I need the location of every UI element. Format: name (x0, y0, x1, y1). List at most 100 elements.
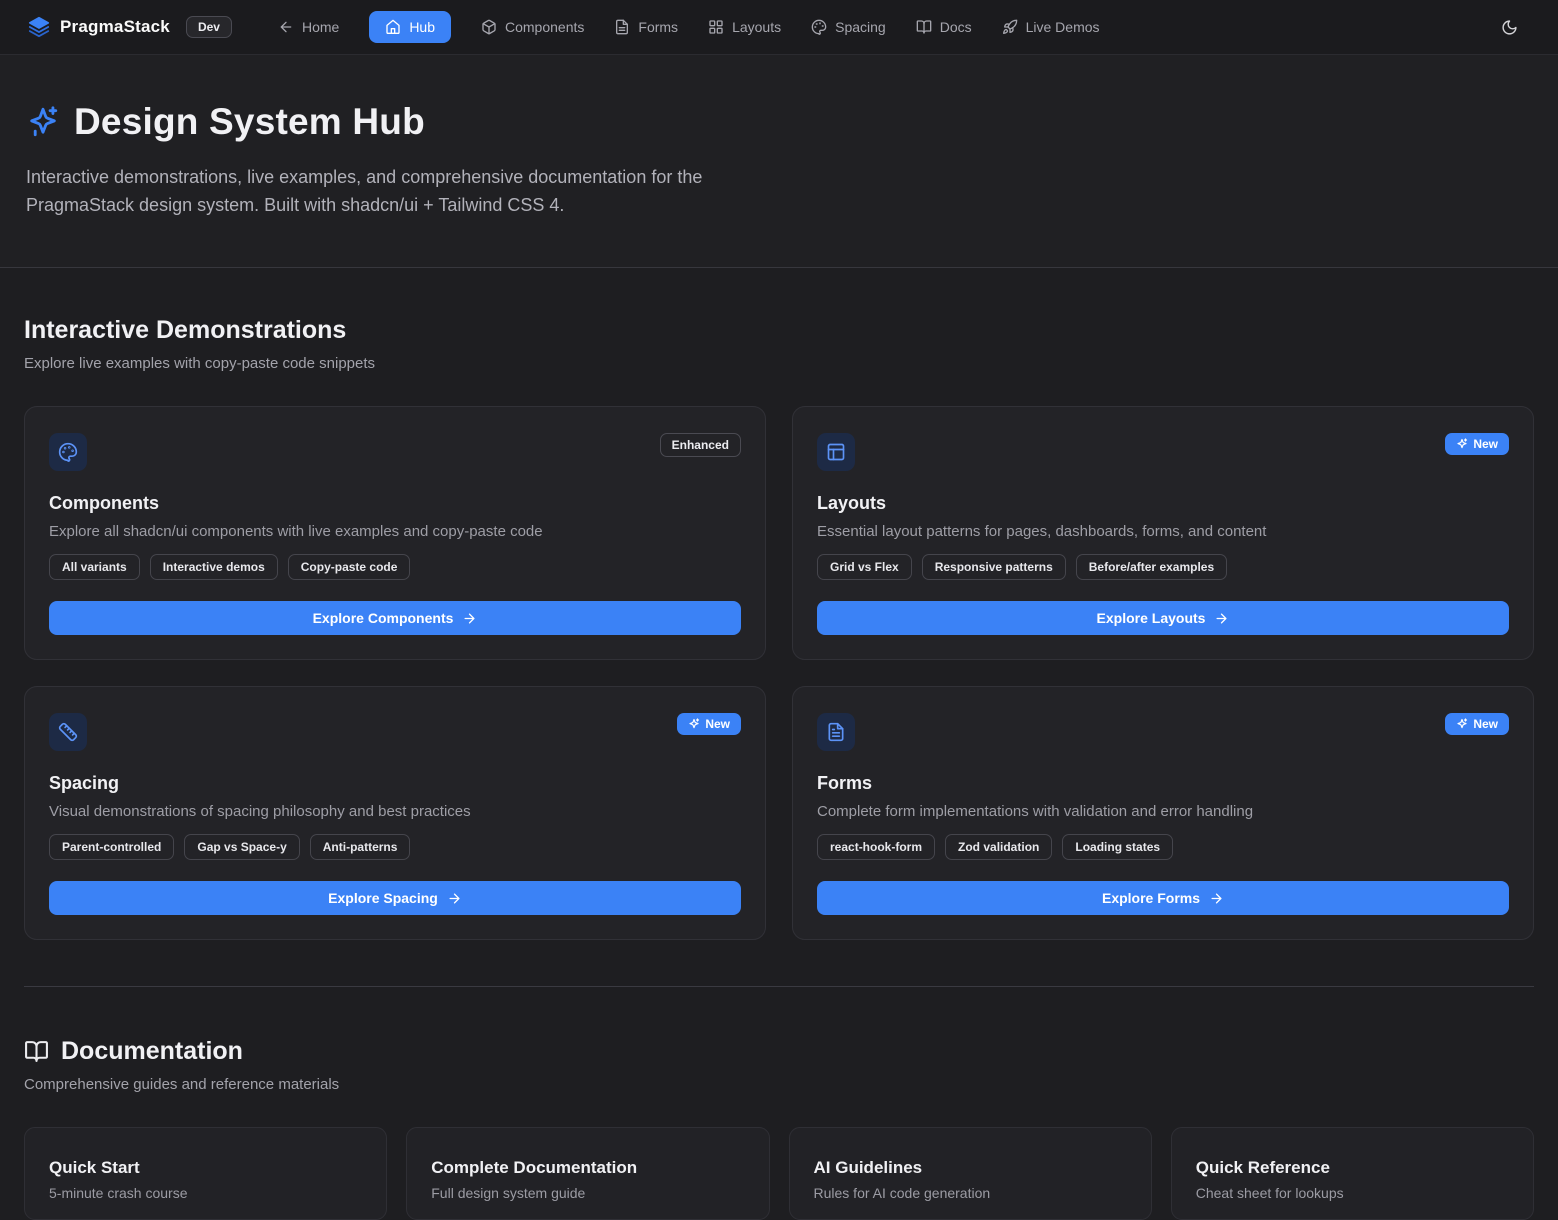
sparkles-icon (1456, 438, 1468, 450)
moon-icon (1501, 19, 1518, 36)
explore-spacing-button[interactable]: Explore Spacing (49, 881, 741, 915)
theme-toggle-button[interactable] (1501, 19, 1518, 36)
explore-forms-button[interactable]: Explore Forms (817, 881, 1509, 915)
card-title: Forms (817, 773, 1509, 794)
sparkles-icon (26, 105, 60, 139)
tag: Interactive demos (150, 554, 278, 580)
nav-item-label: Forms (638, 19, 678, 35)
brand-name: PragmaStack (60, 17, 170, 37)
package-icon (481, 19, 497, 35)
palette-icon (49, 433, 87, 471)
doc-card-title: Quick Reference (1196, 1158, 1509, 1178)
doc-card-title: AI Guidelines (814, 1158, 1127, 1178)
arrow-left-icon (278, 19, 294, 35)
tag: Grid vs Flex (817, 554, 912, 580)
page-description: Interactive demonstrations, live example… (26, 163, 771, 219)
nav-item-forms[interactable]: Forms (614, 19, 678, 35)
nav-item-label: Components (505, 19, 584, 35)
status-badge: New (1445, 433, 1509, 455)
card-description: Visual demonstrations of spacing philoso… (49, 803, 741, 820)
book-open-icon (24, 1039, 49, 1064)
explore-layouts-button[interactable]: Explore Layouts (817, 601, 1509, 635)
nav-item-label: Live Demos (1026, 19, 1100, 35)
ruler-icon (49, 713, 87, 751)
doc-card-grid: Quick Start 5-minute crash course Comple… (24, 1127, 1534, 1220)
sparkles-icon (1456, 718, 1468, 730)
card-description: Complete form implementations with valid… (817, 803, 1509, 820)
demo-card-layouts: New Layouts Essential layout patterns fo… (792, 406, 1534, 660)
nav-item-label: Layouts (732, 19, 781, 35)
badge-label: New (1473, 717, 1498, 731)
card-title: Components (49, 493, 741, 514)
nav-item-layouts[interactable]: Layouts (708, 19, 781, 35)
tag: Anti-patterns (310, 834, 411, 860)
layers-icon (28, 16, 50, 38)
doc-card-description: Rules for AI code generation (814, 1185, 1127, 1201)
doc-card-description: Full design system guide (431, 1185, 744, 1201)
doc-card-title: Quick Start (49, 1158, 362, 1178)
panels-top-left-icon (817, 433, 855, 471)
card-description: Explore all shadcn/ui components with li… (49, 523, 741, 540)
hero-section: Design System Hub Interactive demonstrat… (0, 55, 1558, 268)
nav-item-home[interactable]: Home (278, 19, 339, 35)
env-badge: Dev (186, 16, 232, 38)
demo-card-spacing: New Spacing Visual demonstrations of spa… (24, 686, 766, 940)
docs-heading: Documentation (61, 1037, 243, 1066)
button-label: Explore Spacing (328, 890, 438, 906)
nav-item-live-demos[interactable]: Live Demos (1002, 19, 1100, 35)
doc-card-quick-reference[interactable]: Quick Reference Cheat sheet for lookups (1171, 1127, 1534, 1220)
card-title: Layouts (817, 493, 1509, 514)
button-label: Explore Forms (1102, 890, 1200, 906)
nav-item-hub[interactable]: Hub (369, 11, 451, 43)
demo-card-forms: New Forms Complete form implementations … (792, 686, 1534, 940)
explore-components-button[interactable]: Explore Components (49, 601, 741, 635)
tag: All variants (49, 554, 140, 580)
arrow-right-icon (1214, 611, 1229, 626)
arrow-right-icon (1209, 891, 1224, 906)
tag: react-hook-form (817, 834, 935, 860)
status-badge: New (677, 713, 741, 735)
sparkles-icon (688, 718, 700, 730)
tag: Parent-controlled (49, 834, 174, 860)
nav-item-docs[interactable]: Docs (916, 19, 972, 35)
badge-label: New (1473, 437, 1498, 451)
nav-item-label: Home (302, 19, 339, 35)
card-title: Spacing (49, 773, 741, 794)
button-label: Explore Layouts (1097, 610, 1206, 626)
docs-subheading: Comprehensive guides and reference mater… (24, 1076, 1534, 1093)
book-open-icon (916, 19, 932, 35)
badge-label: New (705, 717, 730, 731)
nav-item-components[interactable]: Components (481, 19, 584, 35)
page-title: Design System Hub (74, 101, 425, 143)
main-content: Interactive Demonstrations Explore live … (0, 268, 1558, 1220)
doc-card-description: Cheat sheet for lookups (1196, 1185, 1509, 1201)
doc-card-quick-start[interactable]: Quick Start 5-minute crash course (24, 1127, 387, 1220)
doc-card-complete-documentation[interactable]: Complete Documentation Full design syste… (406, 1127, 769, 1220)
demos-subheading: Explore live examples with copy-paste co… (24, 355, 1534, 372)
tag: Copy-paste code (288, 554, 411, 580)
nav-item-spacing[interactable]: Spacing (811, 19, 886, 35)
arrow-right-icon (462, 611, 477, 626)
tag: Gap vs Space-y (184, 834, 299, 860)
palette-icon (811, 19, 827, 35)
doc-card-ai-guidelines[interactable]: AI Guidelines Rules for AI code generati… (789, 1127, 1152, 1220)
nav-item-label: Hub (409, 19, 435, 35)
card-description: Essential layout patterns for pages, das… (817, 523, 1509, 540)
button-label: Explore Components (313, 610, 454, 626)
demo-card-grid: Enhanced Components Explore all shadcn/u… (24, 406, 1534, 940)
brand[interactable]: PragmaStack Dev (28, 16, 232, 38)
tag: Zod validation (945, 834, 1052, 860)
arrow-right-icon (447, 891, 462, 906)
tag: Before/after examples (1076, 554, 1227, 580)
nav-item-label: Docs (940, 19, 972, 35)
doc-card-title: Complete Documentation (431, 1158, 744, 1178)
file-text-icon (614, 19, 630, 35)
doc-card-description: 5-minute crash course (49, 1185, 362, 1201)
rocket-icon (1002, 19, 1018, 35)
tag: Loading states (1062, 834, 1173, 860)
demos-heading: Interactive Demonstrations (24, 316, 1534, 345)
status-badge: Enhanced (660, 433, 741, 457)
file-text-icon (817, 713, 855, 751)
nav-item-label: Spacing (835, 19, 886, 35)
demo-card-components: Enhanced Components Explore all shadcn/u… (24, 406, 766, 660)
